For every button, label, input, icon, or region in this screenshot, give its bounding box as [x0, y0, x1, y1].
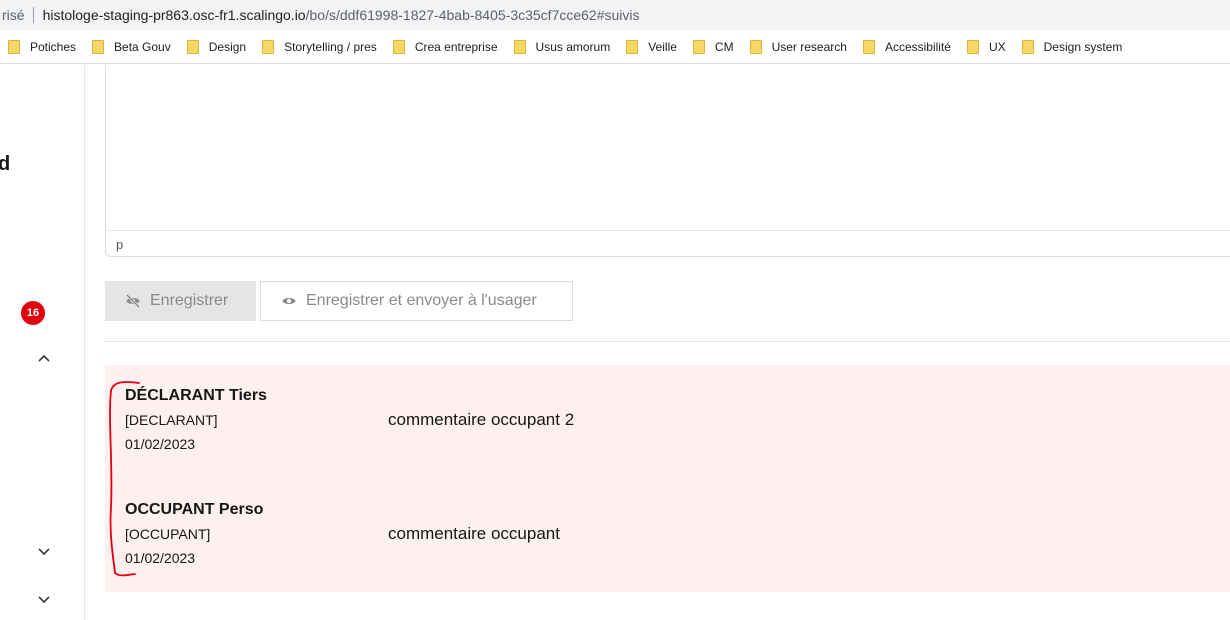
folder-icon — [862, 39, 875, 54]
save-button[interactable]: Enregistrer — [105, 281, 256, 321]
bookmark-beta-gouv[interactable]: Beta Gouv — [92, 39, 171, 54]
bookmark-label: Usus amorum — [535, 39, 611, 54]
bookmark-ux[interactable]: UX — [966, 39, 1006, 54]
folder-icon — [392, 39, 405, 54]
bookmark-label: Accessibilité — [884, 39, 951, 54]
bookmark-label: Crea entreprise — [414, 39, 498, 54]
bookmark-label: Veille — [648, 39, 677, 54]
chevron-up-icon[interactable] — [37, 350, 51, 365]
bookmark-design-system[interactable]: Design system — [1021, 39, 1123, 54]
bookmarks-bar: Potiches Beta Gouv Design Storytelling /… — [0, 30, 1230, 64]
suivi-author: OCCUPANT Perso — [125, 501, 264, 518]
bookmark-label: Storytelling / pres — [284, 39, 377, 54]
bookmark-label: User research — [771, 39, 847, 54]
folder-icon — [8, 39, 20, 54]
address-bar[interactable]: risé histologe-staging-pr863.osc-fr1.sca… — [0, 0, 1230, 30]
folder-icon — [1021, 39, 1034, 54]
divider — [105, 341, 1230, 342]
suivis-panel: DÉCLARANT Tiers [DECLARANT] 01/02/2023 c… — [105, 365, 1230, 592]
folder-icon — [262, 39, 275, 54]
address-host[interactable]: histologe-staging-pr863.osc-fr1.scalingo… — [43, 7, 306, 23]
folder-icon — [749, 39, 762, 54]
notification-badge: 16 — [21, 301, 45, 325]
save-button-label: Enregistrer — [150, 292, 229, 309]
save-and-send-button[interactable]: Enregistrer et envoyer à l'usager — [260, 281, 573, 321]
suivi-entry: OCCUPANT Perso [OCCUPANT] 01/02/2023 com… — [125, 501, 1225, 566]
bookmark-veille[interactable]: Veille — [626, 39, 677, 54]
folder-icon — [186, 39, 199, 54]
bookmark-cm[interactable]: CM — [692, 39, 734, 54]
folder-icon — [513, 39, 526, 54]
sidebar-partial-text: d — [0, 153, 11, 175]
eye-icon — [282, 298, 296, 304]
suivi-author: DÉCLARANT Tiers — [125, 387, 267, 404]
comment-editor[interactable]: p — [105, 65, 1230, 257]
bookmark-user-research[interactable]: User research — [749, 39, 847, 54]
suivi-comment: commentaire occupant — [388, 524, 560, 543]
bookmark-label: CM — [714, 39, 734, 54]
bookmark-crea-entreprise[interactable]: Crea entreprise — [392, 39, 498, 54]
bookmark-label: Design — [208, 39, 247, 54]
eye-off-icon — [126, 294, 140, 308]
bookmark-design[interactable]: Design — [186, 39, 247, 54]
address-separator — [32, 7, 34, 23]
address-path[interactable]: /bo/s/ddf61998-1827-4bab-8405-3c35cf7cce… — [306, 7, 640, 23]
sidebar: d 16 — [0, 65, 85, 620]
bookmark-usus-amorum[interactable]: Usus amorum — [513, 39, 611, 54]
bookmark-potiches[interactable]: Potiches — [8, 39, 77, 54]
bookmark-storytelling[interactable]: Storytelling / pres — [262, 39, 377, 54]
folder-icon — [626, 39, 639, 54]
suivi-entry: DÉCLARANT Tiers [DECLARANT] 01/02/2023 c… — [125, 387, 1225, 452]
address-prefix: risé — [2, 7, 25, 23]
folder-icon — [692, 39, 705, 54]
chevron-down-icon[interactable] — [37, 592, 51, 607]
annotation-bracket — [109, 381, 140, 577]
bookmark-label: Beta Gouv — [114, 39, 171, 54]
folder-icon — [92, 39, 105, 54]
bookmark-label: Potiches — [30, 39, 77, 54]
chevron-down-icon[interactable] — [37, 544, 51, 559]
save-and-send-button-label: Enregistrer et envoyer à l'usager — [306, 292, 537, 309]
bookmark-label: Design system — [1043, 39, 1123, 54]
bookmark-accessibilite[interactable]: Accessibilité — [862, 39, 951, 54]
suivi-comment: commentaire occupant 2 — [388, 410, 575, 429]
editor-status-path: p — [106, 230, 1230, 256]
folder-icon — [966, 39, 979, 54]
bookmark-label: UX — [988, 39, 1006, 54]
